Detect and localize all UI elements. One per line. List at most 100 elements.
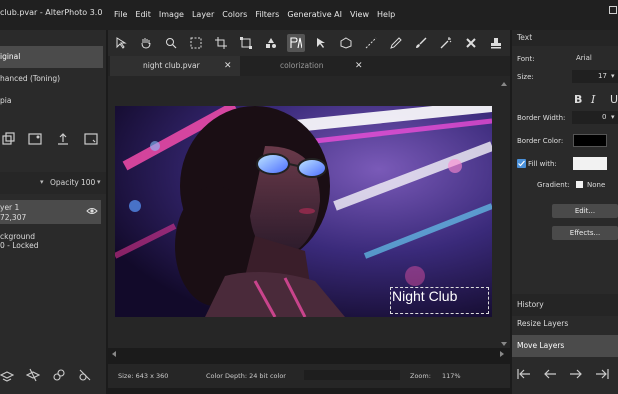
history-item-original[interactable]: iginal bbox=[0, 46, 103, 68]
border-width-field[interactable]: 0 ▾ bbox=[572, 111, 618, 124]
size-label: Size: bbox=[517, 73, 534, 81]
fill-color-swatch[interactable] bbox=[573, 157, 607, 170]
size-value: 17 bbox=[598, 72, 607, 80]
layer-name: yer 1 bbox=[0, 203, 20, 212]
unlink-layer-icon[interactable] bbox=[78, 368, 92, 382]
shapes-icon[interactable] bbox=[262, 34, 280, 52]
snapshot-icon[interactable] bbox=[28, 132, 42, 146]
fill-checkbox[interactable] bbox=[517, 159, 526, 168]
menu-help[interactable]: Help bbox=[377, 10, 395, 19]
progress-bar bbox=[304, 370, 400, 380]
menu-filters[interactable]: Filters bbox=[255, 10, 279, 19]
duplicate-icon[interactable] bbox=[2, 132, 16, 146]
direct-select-icon[interactable] bbox=[312, 34, 330, 52]
edit-button[interactable]: Edit... bbox=[552, 204, 618, 218]
panel-header: Text bbox=[512, 30, 618, 46]
canvas-image[interactable] bbox=[115, 106, 492, 317]
border-color-swatch[interactable] bbox=[573, 134, 607, 147]
pencil-icon[interactable] bbox=[387, 34, 405, 52]
resize-layers-item[interactable]: Resize Layers bbox=[512, 313, 618, 335]
maximize-button[interactable] bbox=[609, 6, 617, 14]
marquee-icon[interactable] bbox=[187, 34, 205, 52]
export-up-icon[interactable] bbox=[56, 132, 70, 146]
layers-toolbar bbox=[0, 362, 106, 388]
font-label: Font: bbox=[517, 55, 535, 63]
opacity-label: Opacity bbox=[50, 178, 79, 187]
last-step-icon[interactable] bbox=[595, 368, 609, 380]
layer-info: 72,307 bbox=[0, 213, 27, 222]
line-icon[interactable] bbox=[362, 34, 380, 52]
italic-button[interactable]: I bbox=[591, 93, 595, 106]
magic-wand-icon[interactable] bbox=[437, 34, 455, 52]
transform-icon[interactable] bbox=[237, 34, 255, 52]
menu-file[interactable]: File bbox=[114, 10, 127, 19]
underline-button[interactable]: U bbox=[610, 93, 618, 106]
window-title: club.pvar - AlterPhoto 3.0 bbox=[0, 8, 103, 17]
gradient-label: Gradient: bbox=[537, 181, 570, 189]
previous-step-icon[interactable] bbox=[543, 368, 557, 380]
tab-colorization[interactable]: colorization ✕ bbox=[242, 56, 372, 76]
brush-icon[interactable] bbox=[412, 34, 430, 52]
move-layers-item[interactable]: Move Layers bbox=[512, 335, 618, 357]
size-dropdown-icon[interactable]: ▾ bbox=[611, 72, 615, 80]
size-field[interactable]: 17 ▾ bbox=[572, 70, 618, 83]
layer-row-background[interactable]: ckground 0 - Locked bbox=[0, 228, 101, 252]
tab-night-club[interactable]: night club.pvar ✕ bbox=[110, 56, 240, 76]
layer-name: ckground bbox=[0, 232, 36, 241]
history-toolbar bbox=[0, 127, 106, 151]
zoom-icon[interactable] bbox=[162, 34, 180, 52]
image-frame-icon[interactable] bbox=[84, 132, 98, 146]
fill-label: Fill with: bbox=[528, 160, 557, 168]
stamp-icon[interactable] bbox=[487, 34, 505, 52]
font-value: Arial bbox=[576, 54, 592, 62]
link-layer-icon[interactable] bbox=[52, 368, 66, 382]
opacity-value[interactable]: 100 bbox=[81, 178, 95, 187]
hand-icon[interactable] bbox=[137, 34, 155, 52]
healing-icon[interactable] bbox=[462, 34, 480, 52]
opacity-dropdown-icon[interactable]: ▾ bbox=[97, 178, 101, 186]
layer-info: 0 - Locked bbox=[0, 241, 39, 250]
history-navigation bbox=[512, 362, 618, 388]
tool-bar bbox=[108, 30, 510, 56]
menu-image[interactable]: Image bbox=[159, 10, 184, 19]
status-bar: Size: 643 x 360 Color Depth: 24 bit colo… bbox=[108, 364, 510, 388]
menu-layer[interactable]: Layer bbox=[192, 10, 214, 19]
close-icon[interactable]: ✕ bbox=[224, 56, 232, 76]
first-step-icon[interactable] bbox=[517, 368, 531, 380]
vertical-scrollbar[interactable] bbox=[500, 80, 508, 348]
image-size: Size: 643 x 360 bbox=[118, 372, 169, 380]
effects-button[interactable]: Effects... bbox=[552, 226, 618, 240]
blend-mode-dropdown-icon[interactable]: ▾ bbox=[40, 178, 44, 186]
menu-edit[interactable]: Edit bbox=[135, 10, 151, 19]
zoom-label: Zoom: bbox=[410, 372, 431, 380]
close-icon[interactable]: ✕ bbox=[355, 56, 363, 76]
bold-button[interactable]: B bbox=[574, 93, 582, 106]
layer-row-1[interactable]: yer 1 72,307 bbox=[0, 200, 101, 224]
zoom-value[interactable]: 117% bbox=[442, 372, 461, 380]
delete-layer-icon[interactable] bbox=[26, 368, 40, 382]
polygon-icon[interactable] bbox=[337, 34, 355, 52]
menu-bar: File Edit Image Layer Colors Filters Gen… bbox=[114, 10, 395, 19]
menu-colors[interactable]: Colors bbox=[222, 10, 247, 19]
pointer-icon[interactable] bbox=[112, 34, 130, 52]
horizontal-scrollbar[interactable] bbox=[110, 350, 506, 358]
gradient-value[interactable]: None bbox=[587, 181, 605, 189]
gradient-swatch[interactable] bbox=[576, 181, 583, 188]
border-width-dropdown-icon[interactable]: ▾ bbox=[611, 113, 615, 121]
text-tool-icon[interactable] bbox=[287, 34, 305, 52]
font-select[interactable]: Arial bbox=[572, 52, 618, 65]
tab-label: colorization bbox=[280, 61, 324, 70]
crop-icon[interactable] bbox=[212, 34, 230, 52]
canvas-text-layer[interactable]: Night Club bbox=[392, 288, 457, 304]
next-step-icon[interactable] bbox=[569, 368, 583, 380]
document-tabs: night club.pvar ✕ colorization ✕ bbox=[108, 56, 510, 76]
add-layer-icon[interactable] bbox=[0, 368, 14, 382]
history-item-sepia[interactable]: pia bbox=[0, 90, 103, 112]
panel-title: Text bbox=[517, 33, 533, 42]
menu-generative-ai[interactable]: Generative AI bbox=[287, 10, 342, 19]
history-item-enhanced[interactable]: hanced (Toning) bbox=[0, 68, 103, 90]
eye-icon[interactable] bbox=[86, 206, 98, 216]
color-depth: Color Depth: 24 bit color bbox=[206, 372, 286, 380]
menu-view[interactable]: View bbox=[350, 10, 369, 19]
tab-label: night club.pvar bbox=[143, 61, 200, 70]
